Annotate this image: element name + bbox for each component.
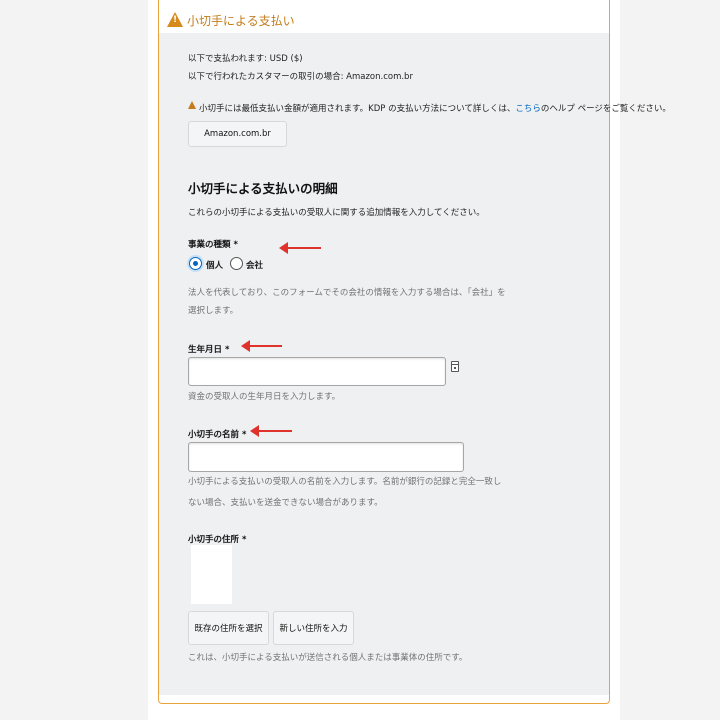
notice-text-before: 小切手には最低支払い金額が適用されます。KDP の支払い方法について詳しくは、: [199, 104, 516, 114]
section-title: 小切手による支払いの明細: [188, 181, 338, 196]
section-description: これらの小切手による支払いの受取人に関する追加情報を入力してください。: [188, 208, 485, 218]
business-type-help-line2: 選択します。: [188, 306, 239, 316]
business-type-label: 事業の種類 *: [188, 240, 238, 250]
payee-name-help-line1: 小切手による支払いの受取人の名前を入力します。名前が銀行の記録と完全一致し: [188, 477, 502, 487]
panel-title: 小切手による支払い: [187, 14, 295, 28]
payee-name-input[interactable]: [188, 442, 464, 472]
address-help: これは、小切手による支払いが送信される個人または事業体の住所です。: [188, 653, 468, 663]
help-link[interactable]: こちら: [515, 104, 541, 114]
birth-date-label: 生年月日 *: [188, 345, 230, 355]
address-label: 小切手の住所 *: [188, 535, 247, 545]
payee-name-help-line2: ない場合、支払いを送金できない場合があります。: [188, 498, 383, 508]
notice-warning-icon: [188, 101, 196, 109]
birth-date-input[interactable]: [188, 357, 446, 386]
radio-individual[interactable]: [189, 257, 202, 270]
notice-text-after: のヘルプ ページをご覧ください。: [540, 104, 671, 114]
payee-name-label: 小切手の名前 *: [188, 430, 247, 440]
annotation-arrow: [250, 425, 292, 437]
enter-new-address-button[interactable]: 新しい住所を入力: [273, 611, 354, 645]
marketplace-line: 以下で行われたカスタマーの取引の場合: Amazon.com.br: [188, 72, 413, 82]
business-type-help-line1: 法人を代表しており、このフォームでその会社の情報を入力する場合は、「会社」を: [188, 288, 506, 298]
annotation-arrow: [241, 340, 282, 352]
panel-header: ! 小切手による支払い: [159, 0, 609, 33]
select-existing-address-button[interactable]: 既存の住所を選択: [188, 611, 269, 645]
radio-individual-label: 個人: [206, 261, 224, 271]
birth-date-help: 資金の受取人の生年月日を入力します。: [188, 392, 341, 402]
address-display: [191, 545, 232, 604]
notice-text: 小切手には最低支払い金額が適用されます。KDP の支払い方法について詳しくは、こ…: [199, 102, 671, 114]
marketplace-tab-button[interactable]: Amazon.com.br: [188, 121, 287, 147]
calendar-icon[interactable]: [451, 361, 459, 372]
annotation-arrow: [279, 242, 321, 254]
radio-company[interactable]: [230, 257, 243, 270]
currency-line: 以下で支払われます: USD ($): [188, 54, 303, 64]
radio-company-label: 会社: [246, 261, 264, 271]
warning-icon: !: [167, 12, 183, 27]
